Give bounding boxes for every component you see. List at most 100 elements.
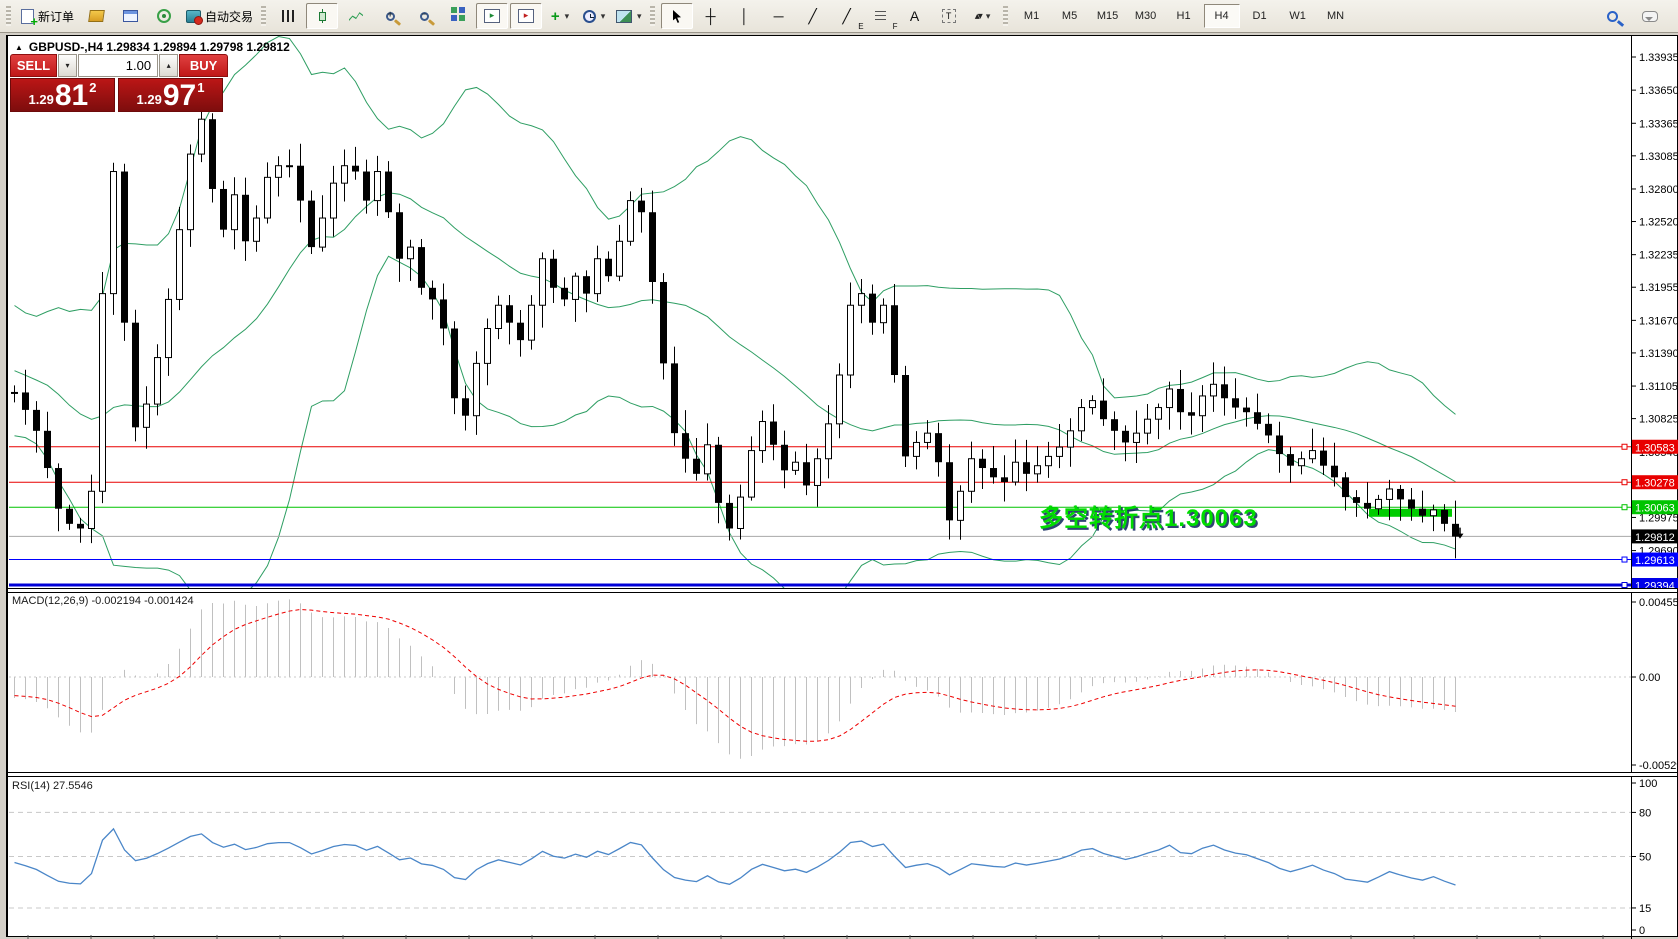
- text-button[interactable]: A: [899, 3, 931, 29]
- svg-text:1.33085: 1.33085: [1639, 151, 1678, 163]
- vertical-line-button[interactable]: │: [729, 3, 761, 29]
- macd-signal-line: [15, 610, 1456, 742]
- timeframe-m30-button[interactable]: M30: [1128, 4, 1164, 28]
- arrows-icon: ▴▾: [975, 11, 981, 22]
- timeframe-m15-button[interactable]: M15: [1090, 4, 1126, 28]
- volume-increase-button[interactable]: ▴: [159, 54, 178, 77]
- cursor-button[interactable]: [661, 3, 693, 29]
- collapse-triangle-icon[interactable]: ▲: [15, 43, 23, 52]
- autotrading-button[interactable]: 自动交易: [182, 3, 257, 29]
- signals-button[interactable]: [148, 3, 180, 29]
- level-marker: [1622, 557, 1627, 562]
- timeframe-mn-button[interactable]: MN: [1318, 4, 1354, 28]
- new-order-label: 新订单: [38, 8, 74, 25]
- arrows-button[interactable]: ▴▾ ▾: [967, 3, 999, 29]
- search-button[interactable]: [1596, 3, 1628, 29]
- level-marker: [1622, 583, 1627, 588]
- rsi-line: [15, 829, 1456, 885]
- svg-text:1.33650: 1.33650: [1639, 85, 1678, 97]
- chevron-down-icon: ▾: [601, 11, 606, 22]
- timeframe-h4-button[interactable]: H4: [1204, 4, 1240, 28]
- terminal-button[interactable]: [114, 3, 146, 29]
- svg-text:1.31670: 1.31670: [1639, 315, 1678, 327]
- chart-window: 1.339351.336501.333651.330851.328001.325…: [6, 35, 1678, 937]
- new-order-button[interactable]: 新订单: [17, 3, 78, 29]
- zoom-in-button[interactable]: +: [374, 3, 406, 29]
- auto-scroll-button[interactable]: ▸: [476, 3, 508, 29]
- timeframe-m5-button[interactable]: M5: [1052, 4, 1088, 28]
- svg-text:-0.005295: -0.005295: [1639, 760, 1678, 772]
- fibonacci-letter: F: [893, 22, 898, 31]
- tile-windows-button[interactable]: [442, 3, 474, 29]
- channel-button[interactable]: ╱ E: [831, 3, 863, 29]
- toolbar-grip[interactable]: [6, 6, 11, 26]
- svg-text:1.31105: 1.31105: [1639, 381, 1678, 393]
- buy-price-sup: 1: [197, 80, 204, 95]
- sell-price-sup: 2: [89, 80, 96, 95]
- sell-button[interactable]: SELL: [10, 54, 57, 77]
- line-chart-icon: [349, 11, 363, 22]
- profiles-button[interactable]: [80, 3, 112, 29]
- add-indicator-icon: +: [551, 10, 560, 23]
- chat-button[interactable]: [1634, 3, 1666, 29]
- chart-shift-icon: ▸: [518, 9, 534, 23]
- search-icon: [1607, 11, 1618, 22]
- line-chart-button[interactable]: [340, 3, 372, 29]
- horizontal-line-button[interactable]: ─: [763, 3, 795, 29]
- channel-icon: ╱: [842, 9, 850, 23]
- zoom-out-button[interactable]: −: [408, 3, 440, 29]
- text-label-button[interactable]: T: [933, 3, 965, 29]
- svg-text:100: 100: [1639, 778, 1657, 790]
- rsi-indicator-pane[interactable]: 1008050150: [8, 777, 1678, 939]
- buy-price-button[interactable]: 1.29 97 1: [118, 78, 223, 112]
- chevron-down-icon: ▾: [565, 11, 570, 22]
- periods-button[interactable]: ▾: [578, 3, 610, 29]
- fibonacci-button[interactable]: F: [865, 3, 897, 29]
- bar-chart-button[interactable]: [272, 3, 304, 29]
- cursor-icon: [670, 9, 684, 24]
- svg-text:1.29394: 1.29394: [1635, 581, 1675, 588]
- svg-text:1.30583: 1.30583: [1635, 442, 1675, 454]
- toolbar-grip[interactable]: [261, 6, 266, 26]
- timeframe-h1-button[interactable]: H1: [1166, 4, 1202, 28]
- sell-price-button[interactable]: 1.29 81 2: [10, 78, 115, 112]
- trendline-button[interactable]: ╱: [797, 3, 829, 29]
- templates-icon: [616, 10, 632, 23]
- timeframe-d1-button[interactable]: D1: [1242, 4, 1278, 28]
- main-price-chart[interactable]: 1.339351.336501.333651.330851.328001.325…: [8, 36, 1678, 588]
- timeframe-w1-button[interactable]: W1: [1280, 4, 1316, 28]
- terminal-window-icon: [123, 10, 138, 22]
- volume-decrease-button[interactable]: ▾: [58, 54, 77, 77]
- bollinger-upper-band: [15, 37, 1456, 415]
- autotrading-icon: [186, 10, 201, 23]
- toolbar-grip[interactable]: [1003, 6, 1008, 26]
- svg-text:1.29613: 1.29613: [1635, 555, 1675, 567]
- chart-shift-button[interactable]: ▸: [510, 3, 542, 29]
- svg-text:50: 50: [1639, 852, 1651, 864]
- tile-windows-icon: [451, 7, 457, 13]
- clock-icon: [583, 10, 596, 23]
- crosshair-icon: ┼: [706, 9, 716, 23]
- horizontal-line-icon: ─: [774, 9, 784, 23]
- indicators-button[interactable]: + ▾: [544, 3, 576, 29]
- buy-button[interactable]: BUY: [179, 54, 228, 77]
- timeframe-m1-button[interactable]: M1: [1014, 4, 1050, 28]
- buy-price-prefix: 1.29: [137, 92, 162, 107]
- main-chart-layers: 1.339351.336501.333651.330851.328001.325…: [9, 36, 1678, 588]
- templates-button[interactable]: ▾: [612, 3, 646, 29]
- annotation-text[interactable]: 多空转折点1.30063: [1039, 498, 1258, 533]
- svg-text:1.30063: 1.30063: [1635, 503, 1675, 515]
- auto-scroll-icon: ▸: [484, 9, 500, 23]
- toolbar-grip[interactable]: [650, 6, 655, 26]
- macd-indicator-pane[interactable]: 0.0045510.00-0.005295: [8, 593, 1678, 774]
- crosshair-button[interactable]: ┼: [695, 3, 727, 29]
- candlestick-chart-button[interactable]: [306, 3, 338, 29]
- volume-input[interactable]: [78, 54, 158, 77]
- svg-text:1.30825: 1.30825: [1639, 414, 1678, 426]
- chevron-down-icon: ▾: [986, 11, 991, 22]
- text-icon: A: [910, 9, 919, 23]
- svg-text:1.30278: 1.30278: [1635, 478, 1675, 490]
- svg-text:1.33935: 1.33935: [1639, 52, 1678, 64]
- svg-text:1.32235: 1.32235: [1639, 250, 1678, 262]
- chevron-down-icon: ▾: [637, 11, 642, 22]
